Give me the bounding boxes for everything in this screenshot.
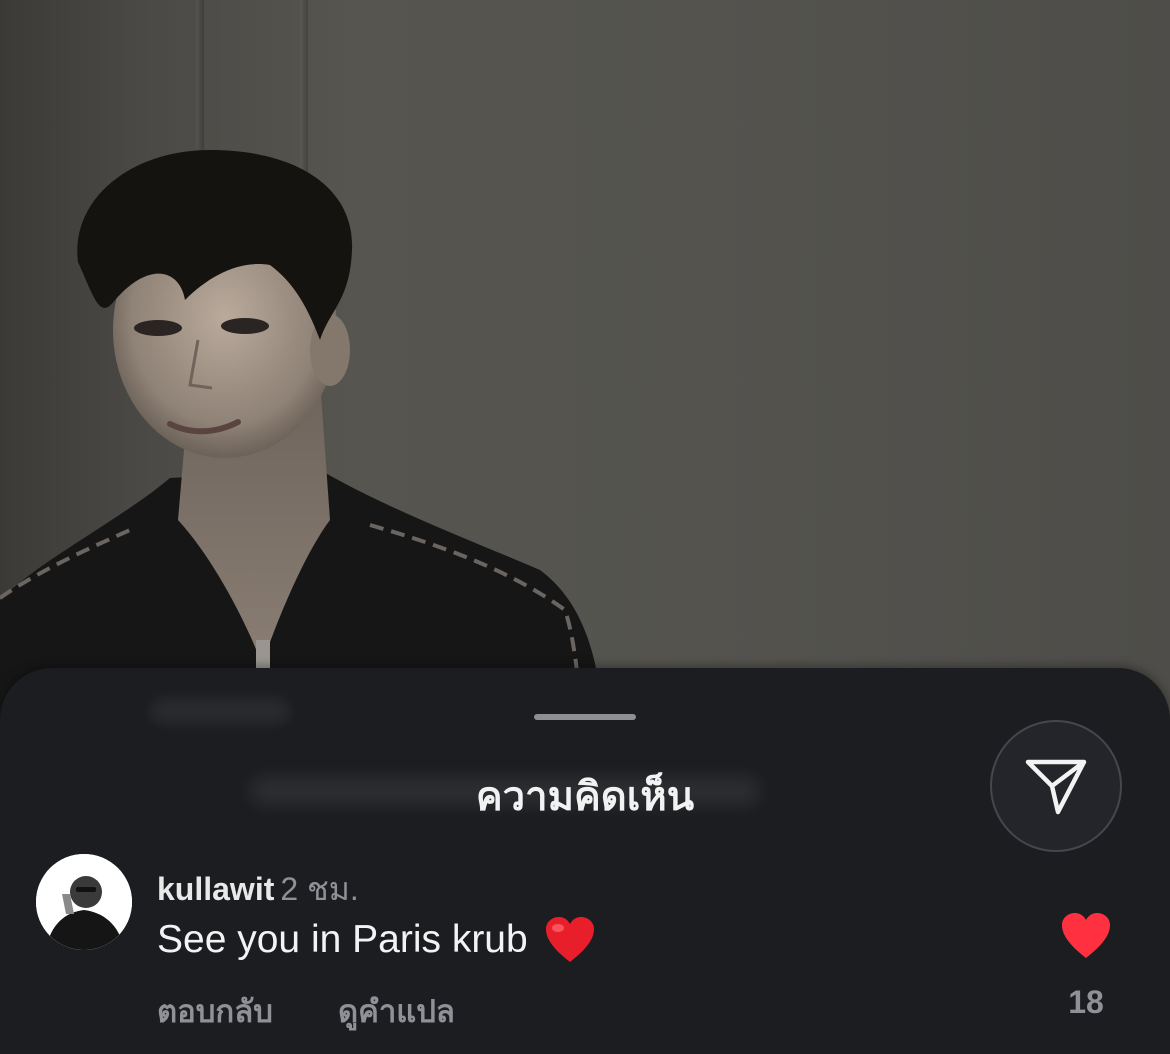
avatar[interactable]	[36, 854, 132, 950]
drag-handle[interactable]	[534, 714, 636, 720]
post-photo	[0, 0, 1170, 740]
blurred-background-text	[150, 698, 290, 724]
like-count: 18	[1068, 984, 1104, 1020]
screen: ความคิดเห็น kullawit 2 ชม. See you in Par…	[0, 0, 1170, 1054]
see-translation-button[interactable]: ดูคำแปล	[338, 986, 455, 1036]
share-button[interactable]	[990, 720, 1122, 852]
comment-body: See you in Paris krub	[157, 918, 528, 961]
reply-button[interactable]: ตอบกลับ	[157, 986, 273, 1036]
comment-text: See you in Paris krub	[157, 916, 596, 964]
comment-username[interactable]: kullawit	[157, 871, 274, 907]
heart-filled-icon	[1062, 913, 1110, 958]
comment-timestamp: 2 ชม.	[280, 871, 359, 907]
red-heart-emoji-icon	[544, 916, 596, 964]
send-icon	[1025, 759, 1087, 815]
avatar-image	[36, 854, 132, 950]
comments-sheet: ความคิดเห็น kullawit 2 ชม. See you in Par…	[0, 668, 1170, 1054]
person-silhouette	[0, 150, 605, 740]
comment-meta: kullawit 2 ชม.	[157, 864, 359, 915]
like-button[interactable]	[1060, 912, 1112, 960]
